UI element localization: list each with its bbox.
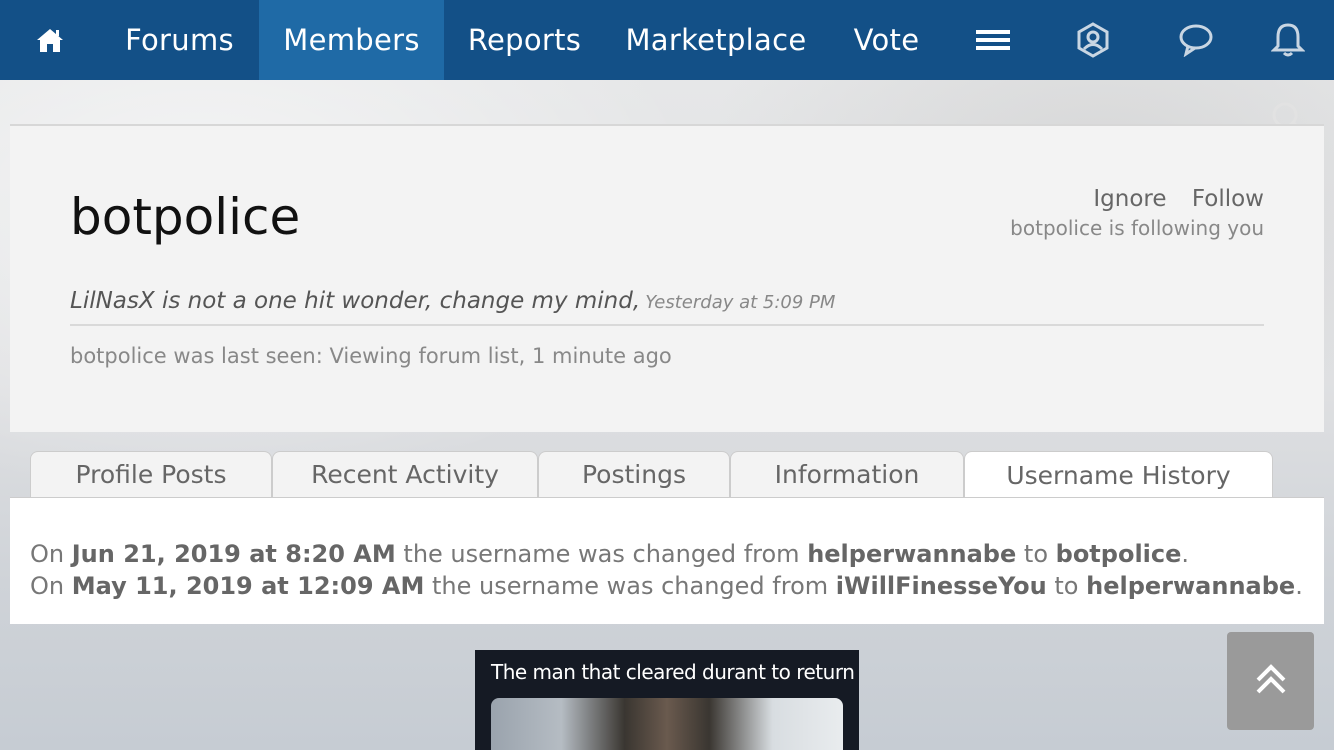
top-nav: Forums Members Reports Marketplace Vote — [0, 0, 1334, 80]
bell-icon — [1271, 22, 1305, 58]
history-row: On Jun 21, 2019 at 8:20 AM the username … — [30, 540, 1189, 568]
nav-alerts[interactable] — [1250, 0, 1326, 80]
history-to: helperwannabe — [1086, 572, 1296, 600]
chat-icon — [1178, 23, 1214, 57]
profile-username: botpolice — [70, 188, 301, 246]
username-history-panel: On Jun 21, 2019 at 8:20 AM the username … — [10, 497, 1324, 624]
tab-postings[interactable]: Postings — [538, 451, 730, 497]
tab-username-history[interactable]: Username History — [964, 451, 1273, 498]
nav-home[interactable] — [0, 0, 100, 80]
tab-profile-posts[interactable]: Profile Posts — [30, 451, 272, 497]
history-period: . — [1181, 540, 1190, 568]
nav-conversations[interactable] — [1158, 0, 1234, 80]
nav-vote[interactable]: Vote — [827, 0, 946, 80]
nav-profile[interactable] — [1055, 0, 1131, 80]
profile-panel: botpolice Ignore Follow botpolice is fol… — [10, 124, 1324, 432]
nav-menu[interactable] — [955, 0, 1031, 80]
nav-forums-label: Forums — [125, 23, 234, 57]
status-text: LilNasX is not a one hit wonder, change … — [70, 288, 641, 314]
history-to: botpolice — [1055, 540, 1182, 568]
history-on: On — [30, 572, 65, 600]
nav-marketplace-label: Marketplace — [625, 23, 807, 57]
menu-icon — [976, 28, 1010, 52]
history-date: Jun 21, 2019 at 8:20 AM — [71, 540, 396, 568]
ignore-link[interactable]: Ignore — [1093, 186, 1166, 212]
history-text: the username was changed from — [403, 540, 800, 568]
history-period: . — [1295, 572, 1303, 600]
history-date: May 11, 2019 at 12:09 AM — [71, 572, 425, 600]
nav-members-label: Members — [283, 23, 420, 57]
nav-vote-label: Vote — [853, 23, 920, 57]
nav-reports-label: Reports — [467, 23, 582, 57]
double-chevron-up-icon — [1254, 662, 1288, 700]
nav-forums[interactable]: Forums — [100, 0, 259, 80]
nav-members[interactable]: Members — [259, 0, 444, 80]
meme-caption: The man that cleared durant to return — [491, 660, 855, 684]
status-message: LilNasX is not a one hit wonder, change … — [70, 288, 1264, 326]
history-row: On May 11, 2019 at 12:09 AM the username… — [30, 572, 1303, 600]
nav-reports[interactable]: Reports — [444, 0, 605, 80]
history-on: On — [30, 540, 65, 568]
status-timestamp[interactable]: Yesterday at 5:09 PM — [645, 292, 835, 313]
home-icon — [35, 27, 65, 53]
nav-marketplace[interactable]: Marketplace — [605, 0, 827, 80]
tab-information[interactable]: Information — [730, 451, 964, 497]
scroll-top-button[interactable] — [1227, 632, 1314, 730]
history-to-word: to — [1054, 572, 1079, 600]
follow-link[interactable]: Follow — [1192, 186, 1264, 212]
last-seen-text: botpolice was last seen: Viewing forum l… — [70, 344, 672, 368]
profile-actions: Ignore Follow botpolice is following you — [1010, 186, 1264, 240]
history-from: helperwannabe — [807, 540, 1017, 568]
profile-icon — [1075, 22, 1111, 58]
meme-photo — [491, 698, 843, 750]
history-from: iWillFinesseYou — [835, 572, 1047, 600]
meme-image: The man that cleared durant to return — [475, 650, 859, 750]
history-to-word: to — [1023, 540, 1048, 568]
follows-you-text: botpolice is following you — [1010, 216, 1264, 240]
history-text: the username was changed from — [431, 572, 829, 600]
tab-recent-activity[interactable]: Recent Activity — [272, 451, 538, 497]
